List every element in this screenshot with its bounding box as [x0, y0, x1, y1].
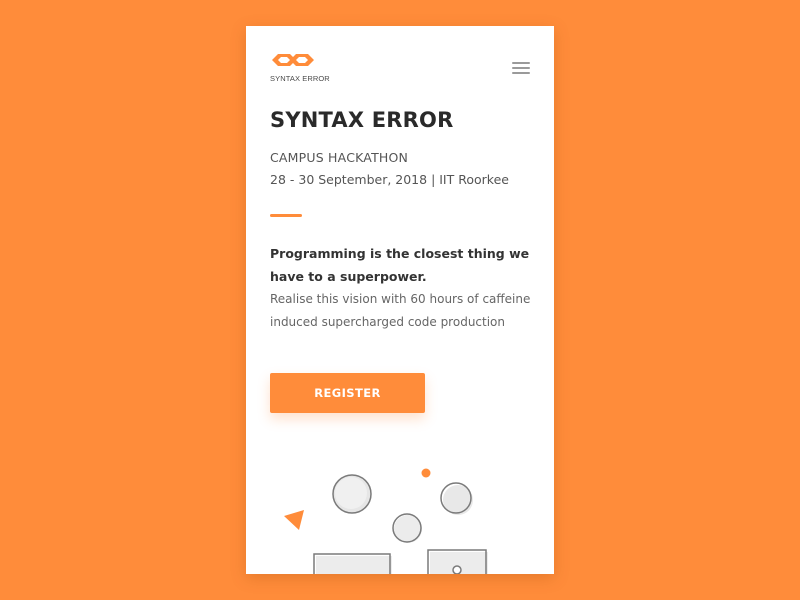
infinity-logo-icon — [272, 54, 314, 66]
hamburger-menu-icon — [512, 62, 530, 64]
hero-illustration — [246, 456, 554, 574]
landing-card: SYNTAX ERROR SYNTAX ERROR CAMPUS HACKATH… — [246, 26, 554, 574]
menu-button[interactable] — [512, 62, 530, 75]
event-date-location: 28 - 30 September, 2018 | IIT Roorkee — [270, 172, 509, 187]
page-title: SYNTAX ERROR — [270, 108, 454, 132]
dot-shape — [421, 468, 431, 478]
register-button[interactable]: REGISTER — [270, 373, 425, 413]
brand-logo[interactable]: SYNTAX ERROR — [270, 52, 330, 84]
description: Realise this vision with 60 hours of caf… — [270, 292, 531, 329]
devices-illustration-icon — [284, 468, 488, 574]
event-subtitle: CAMPUS HACKATHON — [270, 150, 409, 165]
triangle-shape — [284, 510, 304, 530]
tagline: Programming is the closest thing we have… — [270, 246, 530, 284]
accent-divider — [270, 214, 302, 217]
logo-text: SYNTAX ERROR — [270, 74, 330, 83]
